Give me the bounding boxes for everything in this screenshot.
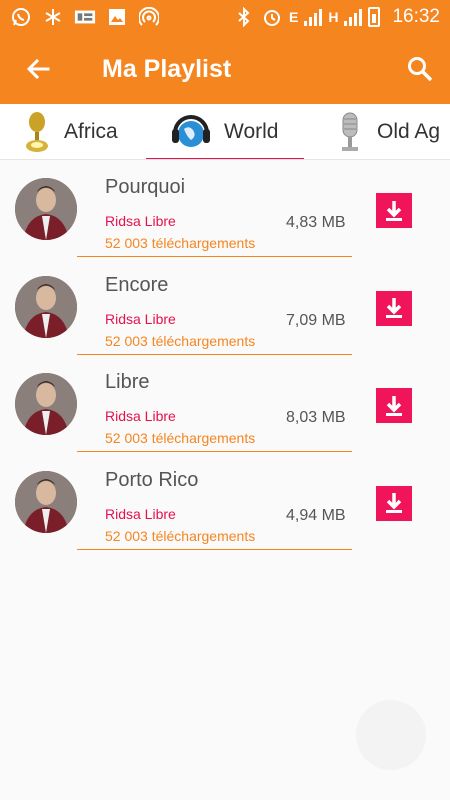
search-icon <box>408 57 433 82</box>
app-bar: Ma Playlist <box>0 34 450 104</box>
song-artist: Ridsa Libre <box>105 505 176 522</box>
faded-overlay-button <box>356 700 426 770</box>
download-icon <box>386 493 402 513</box>
song-row[interactable]: Pourquoi Ridsa Libre 52 003 téléchargeme… <box>0 160 450 258</box>
download-count: 52 003 téléchargements <box>105 332 256 349</box>
tab-africa[interactable]: Africa <box>22 104 118 159</box>
avatar <box>15 178 77 240</box>
file-size: 7,09 MB <box>286 311 346 329</box>
network-type-e: E <box>288 9 299 25</box>
avatar <box>15 373 77 435</box>
page-title: Ma Playlist <box>102 54 232 83</box>
download-count: 52 003 téléchargements <box>105 430 256 446</box>
download-count: 52 003 téléchargements <box>105 527 256 544</box>
tab-world[interactable]: World <box>170 104 279 159</box>
tab-label: World <box>224 120 279 143</box>
tab-old-age[interactable]: Old Ag <box>335 104 441 159</box>
image-icon <box>106 6 128 28</box>
avatar <box>15 275 77 338</box>
download-button[interactable] <box>376 388 412 423</box>
song-artist: Ridsa Libre <box>105 213 176 229</box>
signal-icon-2 <box>344 8 363 26</box>
file-size: 8,03 MB <box>286 409 346 426</box>
song-title: Encore <box>105 273 169 296</box>
vintage-microphone-icon <box>342 112 358 151</box>
clock: 16:32 <box>392 6 440 27</box>
tab-label: Africa <box>64 120 118 143</box>
category-tabs: Africa World Old Ag <box>0 104 450 160</box>
network-type-h: H <box>328 9 339 25</box>
song-row[interactable]: Libre Ridsa Libre 52 003 téléchargements… <box>0 355 450 453</box>
download-icon <box>386 200 402 221</box>
download-icon <box>386 395 402 416</box>
tab-label: Old Ag <box>377 120 441 143</box>
hotspot-icon <box>138 6 160 28</box>
back-button[interactable] <box>0 34 76 104</box>
song-artist: Ridsa Libre <box>105 310 176 327</box>
song-list: Pourquoi Ridsa Libre 52 003 téléchargeme… <box>0 160 450 550</box>
sim-card-icon <box>74 6 96 28</box>
download-count: 52 003 téléchargements <box>105 235 256 251</box>
download-button[interactable] <box>376 290 412 326</box>
whatsapp-icon <box>10 6 32 28</box>
alarm-clock-icon <box>261 6 283 28</box>
download-icon <box>386 298 402 318</box>
song-row[interactable]: Encore Ridsa Libre 52 003 téléchargement… <box>0 258 450 356</box>
arrow-left-icon <box>26 58 50 80</box>
file-size: 4,83 MB <box>286 214 346 231</box>
search-button[interactable] <box>390 34 450 104</box>
bluetooth-icon <box>233 6 255 28</box>
avatar <box>15 470 77 533</box>
song-row[interactable]: Porto Rico Ridsa Libre 52 003 télécharge… <box>0 453 450 551</box>
song-title: Libre <box>105 371 150 393</box>
signal-icon <box>304 8 323 26</box>
download-button[interactable] <box>376 485 412 521</box>
song-title: Porto Rico <box>105 468 199 491</box>
song-title: Pourquoi <box>105 176 186 198</box>
status-bar: E H 16:32 <box>0 0 450 34</box>
file-size: 4,94 MB <box>286 506 346 524</box>
divider <box>77 548 352 550</box>
gold-microphone-icon <box>26 112 48 152</box>
battery-icon <box>368 7 381 27</box>
download-button[interactable] <box>376 193 412 228</box>
globe-headphones-icon <box>172 115 210 147</box>
song-artist: Ridsa Libre <box>105 408 176 424</box>
snowflake-icon <box>42 6 64 28</box>
